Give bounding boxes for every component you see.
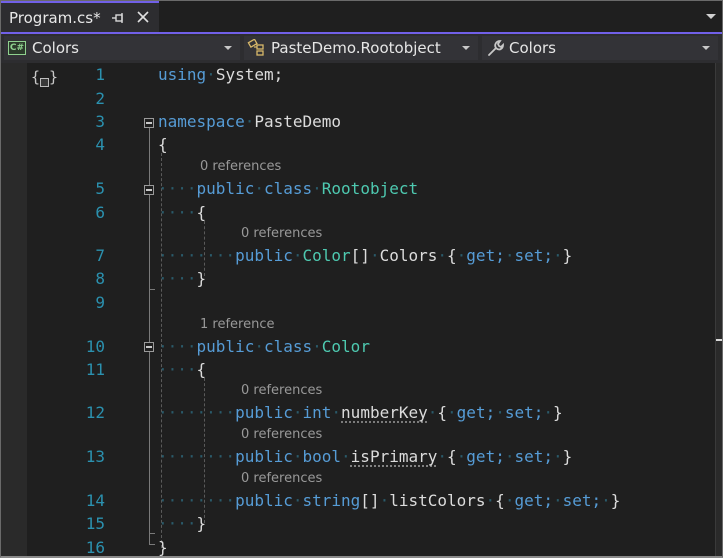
code-line-3: namespace·PasteDemo — [158, 112, 342, 131]
line-number: 13 — [85, 447, 105, 466]
tab-overflow-dropdown-icon[interactable] — [706, 14, 716, 19]
code-line-5: ····public·class·Rootobject — [158, 179, 419, 198]
line-number: 4 — [95, 135, 105, 154]
collapse-color-class-toggle[interactable] — [144, 342, 154, 352]
csharp-project-icon: C# — [8, 41, 26, 55]
codelens-references[interactable]: 0 references — [241, 383, 322, 399]
line-number: 11 — [85, 360, 105, 379]
line-number: 15 — [85, 514, 105, 533]
type-dropdown[interactable]: PasteDemo.Rootobject — [244, 36, 478, 60]
code-line-8: ····} — [158, 269, 207, 288]
line-number: 5 — [95, 179, 105, 198]
code-line-6: ····{ — [158, 203, 207, 222]
code-line-4: { — [158, 135, 168, 154]
codelens-references[interactable]: 0 references — [241, 471, 322, 487]
tab-title: Program.cs* — [9, 8, 101, 27]
code-line-11: ····{ — [158, 360, 207, 379]
codelens-references[interactable]: 0 references — [200, 159, 281, 175]
navigation-bar: C# Colors PasteDemo.Rootobject Colors — [1, 34, 722, 63]
outline-line-end — [149, 289, 155, 290]
line-number: 16 — [85, 538, 105, 557]
collapse-rootobject-toggle[interactable] — [144, 185, 154, 195]
line-number: 6 — [95, 203, 105, 222]
code-line-14: ········public·string[]·listColors·{·get… — [158, 491, 621, 510]
code-line-10: ····public·class·Color — [158, 337, 370, 356]
outline-line-end — [149, 533, 155, 534]
line-number: 3 — [95, 112, 105, 131]
chevron-down-icon — [702, 46, 710, 50]
line-number: 12 — [85, 403, 105, 422]
member-dropdown-label: Colors — [509, 39, 556, 57]
line-number: 10 — [85, 337, 105, 356]
codelens-references[interactable]: 1 reference — [200, 317, 274, 333]
document-tab-bar: Program.cs* — [1, 1, 722, 32]
collapse-namespace-toggle[interactable] — [144, 118, 154, 128]
wrench-property-icon — [488, 40, 504, 56]
codelens-references[interactable]: 0 references — [241, 226, 322, 242]
line-number: 7 — [95, 246, 105, 265]
vertical-scrollbar[interactable] — [715, 63, 722, 556]
type-dropdown-label: PasteDemo.Rootobject — [271, 39, 441, 57]
code-line-7: ········public·Color[]·Colors·{·get;·set… — [158, 246, 573, 265]
outline-line-end — [149, 544, 155, 545]
line-number: 2 — [95, 89, 105, 108]
code-line-12: ········public·int·numberKey·{·get;·set;… — [158, 403, 563, 422]
chevron-down-icon — [462, 46, 470, 50]
close-icon[interactable] — [135, 9, 151, 25]
line-number: 14 — [85, 491, 105, 510]
codelens-references[interactable]: 0 references — [241, 427, 322, 443]
chevron-down-icon — [224, 46, 232, 50]
project-dropdown-label: Colors — [32, 39, 79, 57]
code-editor-window: Program.cs* C# Colors PasteDemo.Rootobje… — [0, 0, 723, 558]
member-dropdown[interactable]: Colors — [482, 36, 718, 60]
class-icon — [247, 39, 264, 56]
indicator-margin — [1, 63, 27, 556]
project-dropdown[interactable]: C# Colors — [4, 36, 240, 60]
code-line-1: using·System; — [158, 65, 284, 84]
active-tab-indicator — [1, 1, 159, 3]
tab-program-cs[interactable]: Program.cs* — [1, 3, 159, 32]
code-snippet-icon[interactable]: { } — [31, 68, 58, 87]
line-number: 1 — [95, 65, 105, 84]
line-number: 8 — [95, 269, 105, 288]
code-line-15: ····} — [158, 514, 207, 533]
code-line-16: } — [158, 538, 168, 557]
pin-icon[interactable] — [111, 11, 125, 25]
code-editor[interactable]: { } 1 2 3 4 5 6 7 8 9 10 11 12 13 14 15 … — [1, 63, 722, 556]
caret-position-marker — [716, 339, 722, 341]
code-line-13: ········public·bool·isPrimary·{·get;·set… — [158, 447, 573, 466]
line-number: 9 — [95, 293, 105, 312]
